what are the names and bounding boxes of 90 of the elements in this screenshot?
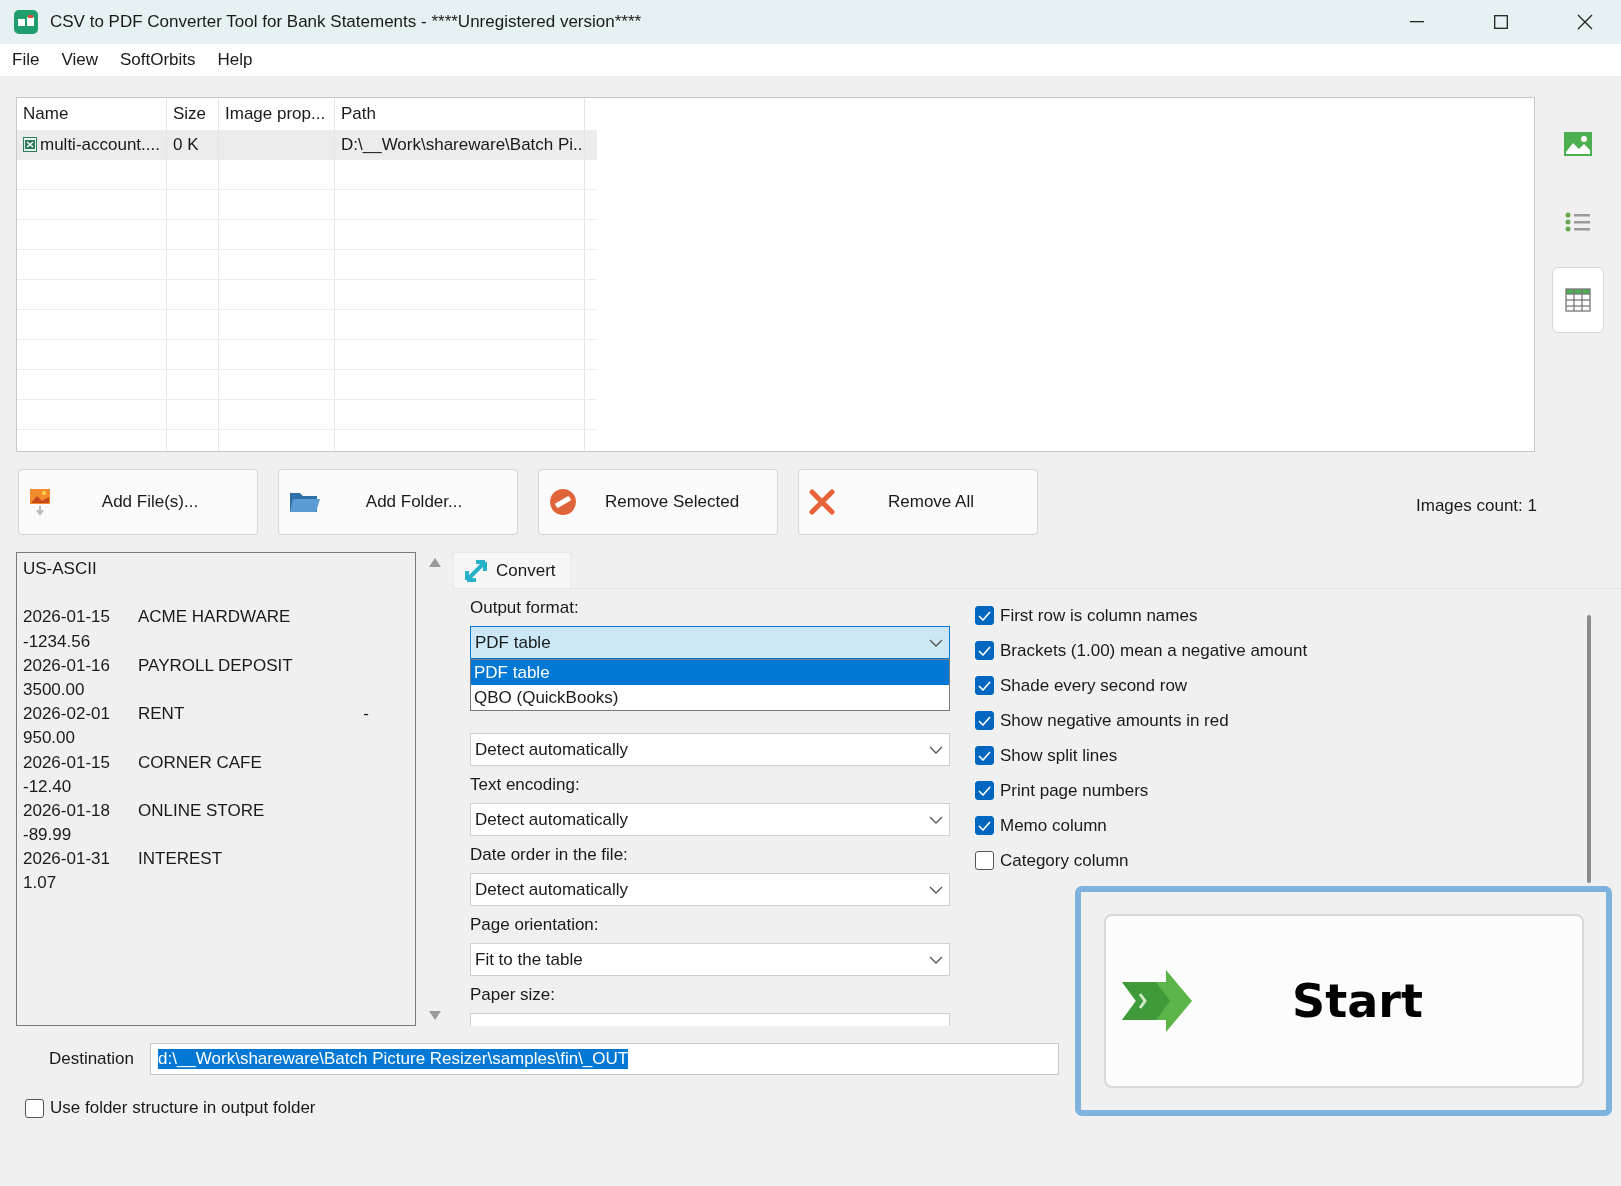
minimize-icon bbox=[1410, 21, 1424, 23]
preview-description: ACME HARDWARE bbox=[138, 606, 292, 629]
checkbox[interactable] bbox=[975, 816, 994, 835]
dropdown-field[interactable]: PDF table bbox=[470, 626, 950, 659]
checkbox-label: Shade every second row bbox=[1000, 675, 1188, 696]
field-label: Paper size: bbox=[470, 983, 557, 1006]
table-icon bbox=[1565, 288, 1592, 312]
preview-amount: -12.40 bbox=[23, 775, 72, 798]
maximize-icon bbox=[1494, 15, 1508, 29]
checkbox-label: First row is column names bbox=[1000, 605, 1198, 626]
table-cell: 0 K bbox=[173, 134, 199, 155]
checkbox[interactable] bbox=[975, 641, 994, 660]
toolbar-button[interactable]: Add File(s)... bbox=[18, 469, 258, 535]
scroll-down-arrow[interactable] bbox=[428, 1011, 441, 1020]
preview-amount: -89.99 bbox=[23, 824, 72, 847]
checkbox[interactable] bbox=[975, 746, 994, 765]
preview-date: 2026-01-16 bbox=[23, 654, 111, 677]
chevron-down-icon bbox=[929, 638, 943, 647]
dropdown-option[interactable]: PDF table bbox=[471, 660, 949, 685]
preview-date: 2026-01-15 bbox=[23, 606, 111, 629]
chevron-down-icon bbox=[929, 745, 943, 754]
table-cell: D:\__Work\shareware\Batch Pi... bbox=[341, 134, 584, 155]
preview-description: INTEREST bbox=[138, 848, 224, 871]
preview-date: 2026-01-18 bbox=[23, 799, 111, 822]
checkbox[interactable] bbox=[975, 676, 994, 695]
folder-icon bbox=[289, 490, 321, 514]
preview-date: 2026-01-15 bbox=[23, 751, 111, 774]
app-icon bbox=[14, 10, 38, 34]
list-icon bbox=[1565, 211, 1592, 233]
toolbar-button[interactable]: Add Folder... bbox=[278, 469, 518, 535]
landscape-icon bbox=[1564, 132, 1593, 156]
images-count: Images count: 1 bbox=[1416, 495, 1537, 516]
checkbox-label: Category column bbox=[1000, 850, 1129, 871]
field-label: Output format: bbox=[470, 596, 580, 619]
checkbox-label: Show negative amounts in red bbox=[1000, 710, 1229, 731]
file-row[interactable]: multi-account.... 0 K D:\__Work\shareware\Batch Pi... bbox=[17, 130, 597, 160]
preview-description: RENT bbox=[138, 703, 186, 726]
toolbar-button[interactable]: Remove All bbox=[798, 469, 1038, 535]
window-title: CSV to PDF Converter Tool for Bank Statements - ****Unregistered version**** bbox=[50, 12, 643, 32]
menu-item[interactable]: SoftOrbits bbox=[119, 50, 196, 70]
chevron-down-icon bbox=[929, 955, 943, 964]
checkbox[interactable] bbox=[25, 1098, 44, 1118]
menu-item[interactable]: Help bbox=[217, 50, 253, 70]
image-file-icon bbox=[29, 488, 53, 516]
preview-description: PAYROLL DEPOSIT bbox=[138, 654, 294, 677]
diagonal-arrow-icon bbox=[464, 558, 488, 583]
preview-description: CORNER CAFE bbox=[138, 751, 263, 774]
menu-item[interactable]: View bbox=[61, 50, 98, 70]
preview-date: 2026-02-01 bbox=[23, 703, 111, 726]
destination-field[interactable]: d:\__Work\shareware\Batch Picture Resizer\samples\fin\_OUT bbox=[150, 1043, 1059, 1075]
dropdown-field[interactable]: Detect automatically bbox=[470, 803, 950, 836]
checkbox[interactable] bbox=[975, 606, 994, 625]
start-button[interactable]: Start bbox=[1103, 914, 1584, 1088]
field-label: Text encoding: bbox=[470, 773, 581, 796]
preview-amount: 1.07 bbox=[23, 872, 57, 895]
preview-date: 2026-01-31 bbox=[23, 848, 111, 871]
destination-label: Destination bbox=[47, 1049, 135, 1069]
x-icon bbox=[809, 489, 835, 515]
field-label: Page orientation: bbox=[470, 913, 600, 936]
arrow-icon bbox=[1121, 968, 1194, 1034]
close-icon bbox=[1577, 14, 1593, 30]
csv-file-icon bbox=[23, 137, 37, 152]
dropdown-field[interactable]: Fit to the table bbox=[470, 943, 950, 976]
checkbox-label: Brackets (1.00) mean a negative amount bbox=[1000, 640, 1308, 661]
checkbox[interactable] bbox=[975, 711, 994, 730]
field-label: Date order in the file: bbox=[470, 843, 629, 866]
checkbox[interactable] bbox=[975, 851, 994, 870]
dropdown-field[interactable]: Detect automatically bbox=[470, 733, 950, 766]
preview-amount: 950.00 bbox=[23, 727, 75, 750]
checkbox-label: Use folder structure in output folder bbox=[50, 1098, 316, 1118]
checkbox-label: Memo column bbox=[1000, 815, 1107, 836]
scroll-up-arrow[interactable] bbox=[428, 558, 441, 567]
checkbox-label: Show split lines bbox=[1000, 745, 1118, 766]
view-button[interactable] bbox=[1552, 267, 1605, 333]
no-entry-icon bbox=[549, 488, 577, 516]
preview-line: US-ASCII bbox=[23, 558, 97, 580]
table-cell: multi-account.... bbox=[40, 134, 160, 155]
chevron-down-icon bbox=[929, 815, 943, 824]
preview-description: ONLINE STORE bbox=[138, 799, 266, 822]
convert-tab[interactable]: Convert bbox=[453, 552, 571, 588]
menu-item[interactable]: File bbox=[12, 50, 40, 70]
dropdown-field[interactable]: Detect automatically bbox=[470, 873, 950, 906]
preview-text: - bbox=[363, 703, 369, 726]
preview-amount: 3500.00 bbox=[23, 678, 85, 701]
preview-amount: -1234.56 bbox=[23, 630, 91, 653]
checkbox[interactable] bbox=[975, 781, 994, 800]
toolbar-button[interactable]: Remove Selected bbox=[538, 469, 778, 535]
checkbox-label: Print page numbers bbox=[1000, 780, 1149, 801]
chevron-down-icon bbox=[929, 885, 943, 894]
scrollbar-thumb[interactable] bbox=[1587, 615, 1591, 883]
